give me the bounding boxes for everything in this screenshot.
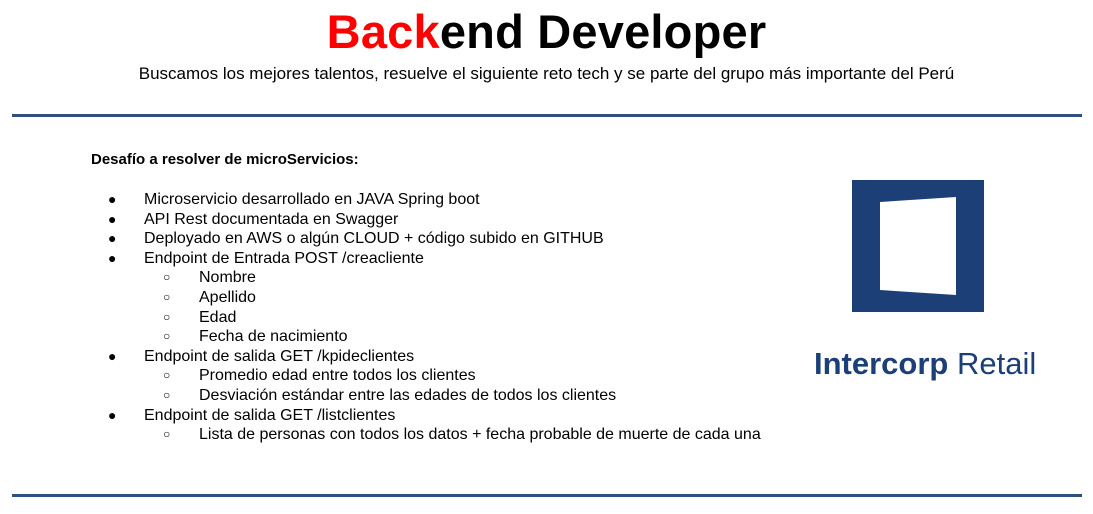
- list-item: ● Endpoint de salida GET /kpideclientes: [0, 347, 800, 367]
- circle-bullet-icon: ○: [163, 427, 171, 442]
- bullet-icon: ●: [108, 230, 117, 247]
- bottom-divider: [12, 494, 1082, 497]
- top-divider: [12, 114, 1082, 117]
- list-item-text: Endpoint de salida GET /listclientes: [144, 406, 396, 424]
- list-item: ● Endpoint de salida GET /listclientes: [0, 406, 800, 426]
- list-item-text: API Rest documentada en Swagger: [144, 210, 399, 228]
- sub-list-item: ○ Promedio edad entre todos los clientes: [0, 366, 800, 386]
- list-item-text: Promedio edad entre todos los clientes: [199, 367, 476, 385]
- sub-list-item: ○ Nombre: [0, 268, 800, 288]
- list-item-text: Endpoint de Entrada POST /creacliente: [144, 249, 424, 267]
- circle-bullet-icon: ○: [163, 270, 171, 285]
- logo-word-intercorp: Intercorp: [814, 346, 949, 381]
- list-item-text: Apellido: [199, 288, 256, 306]
- circle-bullet-icon: ○: [163, 329, 171, 344]
- list-item-text: Deployado en AWS o algún CLOUD + código …: [144, 230, 604, 248]
- list-item-text: Lista de personas con todos los datos + …: [199, 426, 761, 444]
- bullet-icon: ●: [108, 249, 117, 266]
- list-item: ● API Rest documentada en Swagger: [0, 210, 800, 230]
- sub-list-item: ○ Edad: [0, 308, 800, 328]
- sub-list-item: ○ Apellido: [0, 288, 800, 308]
- circle-bullet-icon: ○: [163, 368, 171, 383]
- list-item-text: Edad: [199, 308, 237, 326]
- list-item: ● Endpoint de Entrada POST /creacliente: [0, 249, 800, 269]
- circle-bullet-icon: ○: [163, 309, 171, 324]
- sub-list-item: ○ Fecha de nacimiento: [0, 327, 800, 347]
- circle-bullet-icon: ○: [163, 387, 171, 402]
- challenge-heading: Desafío a resolver de microServicios:: [91, 151, 359, 168]
- logo-wordmark: Intercorp Retail: [814, 345, 1036, 383]
- circle-bullet-icon: ○: [163, 289, 171, 304]
- bullet-icon: ●: [108, 210, 117, 227]
- list-item-text: Endpoint de salida GET /kpideclientes: [144, 347, 415, 365]
- list-item-text: Microservicio desarrollado en JAVA Sprin…: [144, 191, 480, 208]
- challenge-list: ● Microservicio desarrollado en JAVA Spri…: [0, 190, 800, 445]
- bullet-icon: ●: [108, 347, 117, 364]
- list-item-text: Fecha de nacimiento: [199, 328, 348, 346]
- title-accent: Back: [326, 5, 440, 58]
- bullet-icon: ●: [108, 191, 117, 207]
- title-rest: end Developer: [439, 5, 767, 58]
- sub-list-item: ○ Desviación estándar entre las edades de…: [0, 386, 800, 406]
- logo-word-retail: Retail: [948, 346, 1037, 381]
- page-title: Backend Developer: [0, 4, 1093, 60]
- sub-list-item: ○ Lista de personas con todos los datos +…: [0, 425, 800, 445]
- list-item: ● Microservicio desarrollado en JAVA Spri…: [0, 190, 800, 210]
- list-item-text: Nombre: [199, 269, 256, 287]
- page-subtitle: Buscamos los mejores talentos, resuelve …: [138, 64, 955, 83]
- intercorp-logo-icon: [852, 180, 984, 312]
- list-item: ● Deployado en AWS o algún CLOUD + código…: [0, 229, 800, 249]
- bullet-icon: ●: [108, 406, 117, 423]
- list-item-text: Desviación estándar entre las edades de …: [199, 386, 617, 404]
